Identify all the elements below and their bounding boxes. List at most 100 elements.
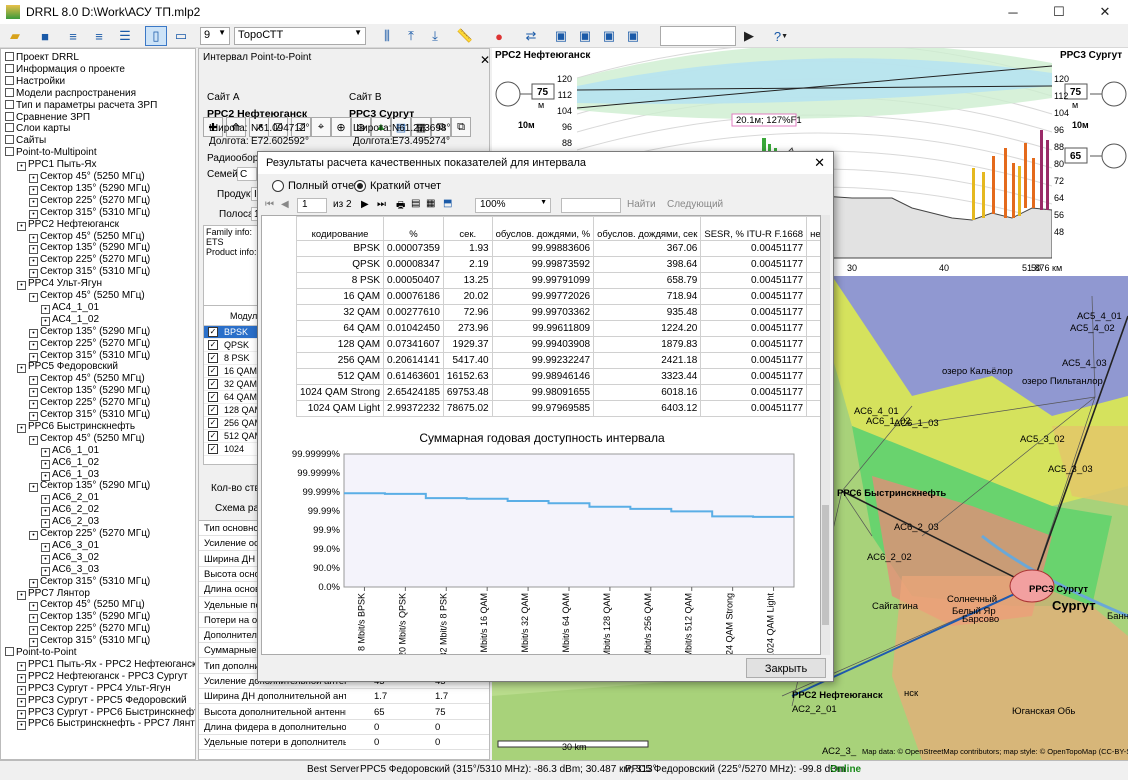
tree-item[interactable]: • РРС2 Нефтеюганск xyxy=(17,219,119,231)
map-label[interactable]: РРС6 Быстринскнефть xyxy=(837,488,946,499)
modulation-checkbox[interactable]: ✓ xyxy=(208,392,218,402)
tree-item[interactable]: • Сектор 315° (5310 МГц) xyxy=(29,576,150,588)
grid-value-b[interactable]: 75 xyxy=(435,707,446,718)
map-label[interactable]: АС6_2_02 xyxy=(867,552,912,563)
channel-select[interactable]: 9 ▼ xyxy=(200,27,230,45)
link-add-icon[interactable]: ⇄ xyxy=(520,26,542,46)
find-next-button[interactable]: Следующий xyxy=(667,199,723,210)
peak-down-icon[interactable]: ⤓ xyxy=(424,26,446,46)
close-button[interactable]: Закрыть xyxy=(746,658,826,678)
map-label[interactable]: Юганская Обь xyxy=(1012,706,1075,717)
tree-item[interactable]: Проект DRRL xyxy=(5,52,79,64)
map-label[interactable]: АС2_2_01 xyxy=(792,704,837,715)
map-label[interactable]: Сургут xyxy=(1052,598,1096,613)
tree-item[interactable]: • РРС3 Сургут - РРС6 Быстринскнефть xyxy=(17,707,195,719)
target-icon[interactable]: ⊕ xyxy=(331,117,351,137)
tree-item[interactable]: • РРС4 Ульт-Ягун xyxy=(17,278,102,291)
modulation-row[interactable]: ✓ 8 PSK xyxy=(204,352,262,365)
tree-item[interactable]: • Сектор 135° (5290 МГц) xyxy=(29,183,150,195)
open-folder-icon[interactable]: ▰ xyxy=(4,26,26,46)
tree-item[interactable]: • Сектор 315° (5310 МГц) xyxy=(29,266,150,279)
find-button[interactable]: Найти xyxy=(627,199,656,210)
tree-item[interactable]: • Сектор 135° (5290 МГц) xyxy=(29,242,150,255)
tree-item[interactable]: Point-to-Multipoint xyxy=(5,147,97,159)
modulation-row[interactable]: ✓ 1024 xyxy=(204,443,262,456)
close-panel-icon[interactable]: ✕ xyxy=(480,53,490,67)
first-page-icon[interactable]: ⏮ xyxy=(265,199,274,210)
tree-item[interactable]: • Сектор 45° (5250 МГц) xyxy=(29,433,145,445)
tree-item[interactable]: • РРС6 Быстринскнефть xyxy=(17,421,135,433)
tree-item[interactable]: Тип и параметры расчета ЗРП xyxy=(5,99,157,112)
tree-item[interactable]: • АС6_2_02 xyxy=(41,504,99,517)
tree-item[interactable]: • Сектор 225° (5270 МГц) xyxy=(29,254,150,267)
modulation-checkbox[interactable]: ✓ xyxy=(208,444,218,454)
map-label[interactable]: Сайгатина xyxy=(872,601,918,612)
results-dialog[interactable]: Результаты расчета качественных показате… xyxy=(257,151,834,682)
list-icon[interactable]: ☰ xyxy=(114,26,136,46)
find-input[interactable] xyxy=(561,198,621,213)
map-label[interactable]: АС6_1_03 xyxy=(894,418,939,429)
report-view[interactable]: кодирование% сек. обуслов. дождями, % обусл… xyxy=(261,215,821,655)
tree-item[interactable]: • Сектор 315° (5310 МГц) xyxy=(29,409,150,421)
tree-item[interactable]: • Сектор 45° (5250 МГц) xyxy=(29,171,145,183)
zoom-select[interactable]: 100% ▼ xyxy=(475,198,551,213)
site-b-height-main[interactable]: 75 xyxy=(1070,87,1082,98)
tree-item[interactable]: • РРС5 Федоровский xyxy=(17,361,118,374)
modulation-checkbox[interactable]: ✓ xyxy=(208,418,218,428)
next-page-icon[interactable]: ▶ xyxy=(361,199,369,210)
tree-item[interactable]: Сравнение ЗРП xyxy=(5,111,90,124)
tree-item[interactable]: • Сектор 45° (5250 МГц) xyxy=(29,373,145,386)
tree-item[interactable]: Модели распространения xyxy=(5,87,136,100)
modulation-row[interactable]: ✓ 256 QAM xyxy=(204,417,262,430)
grid-value-a[interactable]: 65 xyxy=(374,707,385,718)
print-report-icon[interactable]: 🖶 xyxy=(396,198,405,215)
indent-icon[interactable]: ≡ xyxy=(88,26,110,46)
site-a-height-main[interactable]: 75 xyxy=(537,87,549,98)
save-icon[interactable]: ■ xyxy=(34,26,56,46)
grid-row[interactable]: Удельные потери в дополнительно... 0 0 xyxy=(199,735,489,751)
tree-item[interactable]: • РРС3 Сургут - РРС5 Федоровский xyxy=(17,695,187,707)
brief-report-radio[interactable]: Краткий отчет xyxy=(354,180,441,192)
tree-item[interactable]: • Сектор 135° (5290 МГц) xyxy=(29,326,150,338)
play-icon[interactable]: ▶ xyxy=(738,26,760,46)
dialog-close-icon[interactable]: ✕ xyxy=(814,152,825,174)
modulation-row[interactable]: ✓ BPSK xyxy=(204,326,262,339)
layout-split-icon[interactable]: ▭ xyxy=(170,26,192,46)
page-input[interactable]: 1 xyxy=(297,198,327,213)
modulation-checkbox[interactable]: ✓ xyxy=(208,353,218,363)
map-label[interactable]: АС5_4_01 xyxy=(1077,311,1122,322)
map-label[interactable]: нск xyxy=(904,688,918,699)
tree-item[interactable]: • АС6_1_02 xyxy=(41,457,99,469)
tree-item[interactable]: • Сектор 225° (5270 МГц) xyxy=(29,397,150,410)
grid-value-a[interactable]: 1.7 xyxy=(374,691,387,702)
modulation-row[interactable]: ✓ QPSK xyxy=(204,339,262,352)
grid-value-b[interactable]: 0 xyxy=(435,737,440,748)
tree-item[interactable]: • РРС3 Сургут - РРС4 Ульт-Ягун xyxy=(17,683,171,695)
tree-item[interactable]: Настройки xyxy=(5,75,65,88)
map-label[interactable]: АС5_3_03 xyxy=(1048,464,1093,475)
site-b-height-div[interactable]: 65 xyxy=(1070,151,1082,162)
grid-value-b[interactable]: 0 xyxy=(435,722,440,733)
station-c-icon[interactable]: ▣ xyxy=(598,26,620,46)
tree-item[interactable]: • Сектор 45° (5250 МГц) xyxy=(29,290,145,302)
tree-item[interactable]: Point-to-Point xyxy=(5,647,77,659)
tree-item[interactable]: • РРС1 Пыть-Ях - РРС2 Нефтеюганск xyxy=(17,659,195,671)
tree-item[interactable]: • Сектор 45° (5250 МГц) xyxy=(29,599,145,612)
map-label[interactable]: АС5_3_02 xyxy=(1020,434,1065,445)
tree-item[interactable]: Слои карты xyxy=(5,123,70,135)
tree-item[interactable]: • Сектор 225° (5270 МГц) xyxy=(29,623,150,636)
tree-item[interactable]: • АС6_1_03 xyxy=(41,469,99,481)
tree-item[interactable]: • Сектор 135° (5290 МГц) xyxy=(29,480,150,493)
family-select[interactable]: С xyxy=(237,167,257,181)
page-setup-icon[interactable]: ▦ xyxy=(426,198,435,209)
modulation-checkbox[interactable]: ✓ xyxy=(208,431,218,441)
modulation-checkbox[interactable]: ✓ xyxy=(208,327,218,337)
modulation-row[interactable]: ✓ 512 QAM xyxy=(204,430,262,443)
tree-item[interactable]: • Сектор 135° (5290 МГц) xyxy=(29,385,150,398)
tree-item[interactable]: • АС4_1_02 xyxy=(41,314,99,326)
tree-item[interactable]: Сайты xyxy=(5,135,46,147)
map-label[interactable]: АС2_3_ xyxy=(822,746,856,757)
map-label[interactable]: АС5_4_02 xyxy=(1070,323,1115,334)
align-left-icon[interactable]: ≡ xyxy=(62,26,84,46)
search-box[interactable] xyxy=(660,26,736,46)
